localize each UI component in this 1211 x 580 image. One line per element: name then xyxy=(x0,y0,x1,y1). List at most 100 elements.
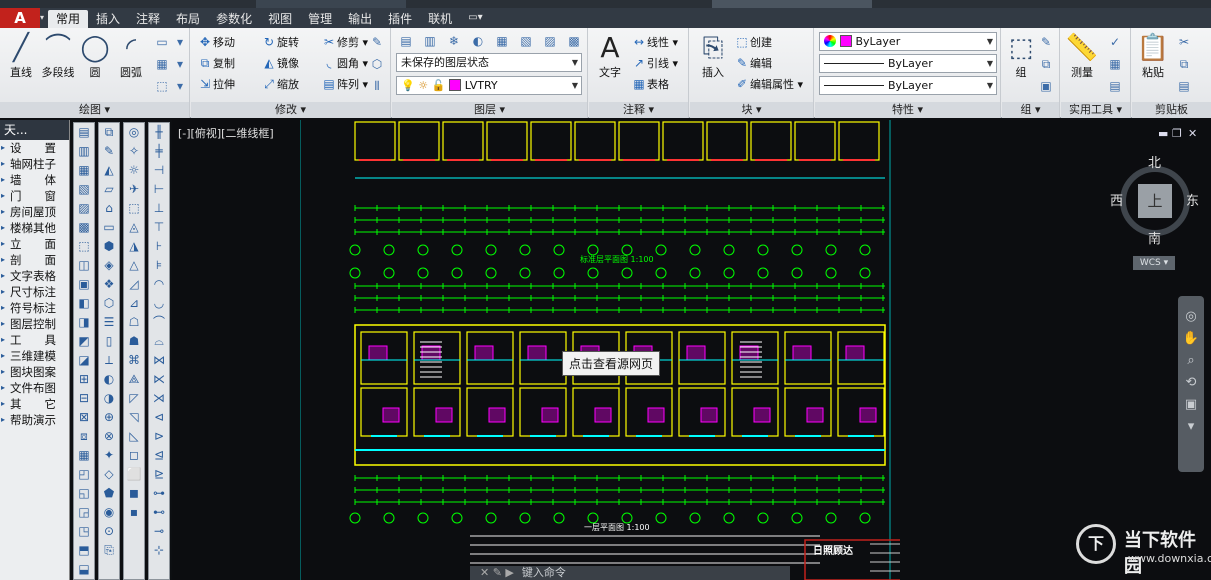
layer-off-icon[interactable]: ◐ xyxy=(468,31,488,51)
toolbar-1-button-icon[interactable]: ◫ xyxy=(74,256,94,275)
toolbar-2-button-icon[interactable]: ⊗ xyxy=(99,427,119,446)
toolbar-2-button-icon[interactable]: ✎ xyxy=(99,142,119,161)
showmotion-icon[interactable]: ▣ xyxy=(1178,394,1204,416)
zoom-icon[interactable]: ⌕ xyxy=(1178,350,1204,372)
leader-tool[interactable]: ↗ 引线 ▾ xyxy=(631,53,678,73)
compass-west[interactable]: 西 xyxy=(1110,190,1123,209)
toolbar-2-button-icon[interactable]: ⧉ xyxy=(99,123,119,142)
toolbar-3-button-icon[interactable]: ☼ xyxy=(124,161,144,180)
restore-viewport-icon[interactable]: ❐ xyxy=(1172,127,1182,140)
toolbar-3-button-icon[interactable]: ⊿ xyxy=(124,294,144,313)
create-block-tool[interactable]: ⬚ 创建 xyxy=(734,32,772,52)
toolbar-2-button-icon[interactable]: ⎘ xyxy=(99,541,119,560)
text-tool[interactable]: A 文字 xyxy=(591,32,629,80)
table-tool[interactable]: ▦ 表格 xyxy=(631,74,669,94)
toolbar-2-button-icon[interactable]: ▱ xyxy=(99,180,119,199)
toolbar-3-button-icon[interactable]: ⟁ xyxy=(124,370,144,389)
palette-item-rooms-roofs[interactable]: 房间屋顶 xyxy=(0,204,69,220)
toolbar-4-button-icon[interactable]: ⋉ xyxy=(149,370,169,389)
steering-wheel-icon[interactable]: ◎ xyxy=(1178,306,1204,328)
arc-tool[interactable]: ◜ 圆弧 xyxy=(112,32,150,80)
toolbar-3-button-icon[interactable]: ✈ xyxy=(124,180,144,199)
close-viewport-icon[interactable]: ✕ xyxy=(1188,127,1197,140)
toolbar-1-button-icon[interactable]: ▦ xyxy=(74,161,94,180)
toolbar-1-button-icon[interactable]: ▣ xyxy=(74,275,94,294)
toolbar-4-button-icon[interactable]: ⊴ xyxy=(149,446,169,465)
toolbar-3-button-icon[interactable]: ◻ xyxy=(124,446,144,465)
toolbar-4-button-icon[interactable]: ⊸ xyxy=(149,522,169,541)
toolbar-4-button-icon[interactable]: ⊲ xyxy=(149,408,169,427)
toolbar-4-button-icon[interactable]: ⊢ xyxy=(149,180,169,199)
toolbar-4-button-icon[interactable]: ⊥ xyxy=(149,199,169,218)
annotation-panel-footer[interactable]: 注释 ▾ xyxy=(589,102,688,118)
palette-item-walls[interactable]: 墙 体 xyxy=(0,172,69,188)
toolbar-3-button-icon[interactable]: ◼ xyxy=(124,484,144,503)
palette-item-elevation[interactable]: 立 面 xyxy=(0,236,69,252)
command-input[interactable]: 键入命令 xyxy=(522,566,566,579)
toolbar-2-button-icon[interactable]: ⟂ xyxy=(99,351,119,370)
circle-tool[interactable]: ◯ 圆 xyxy=(76,32,114,80)
toolbar-1-button-icon[interactable]: ◰ xyxy=(74,465,94,484)
palette-item-3d-modeling[interactable]: 三维建模 xyxy=(0,348,69,364)
group-select-icon[interactable]: ▣ xyxy=(1036,76,1056,96)
toolbar-1-button-icon[interactable]: ◲ xyxy=(74,503,94,522)
rectangle-icon[interactable]: ▭ xyxy=(152,32,172,52)
palette-item-axis-columns[interactable]: 轴网柱子 xyxy=(0,156,69,172)
palette-item-help[interactable]: 帮助演示 xyxy=(0,412,69,428)
toolbar-1-button-icon[interactable]: ⊟ xyxy=(74,389,94,408)
hatch-dropdown-icon[interactable]: ▾ xyxy=(170,54,190,74)
toolbar-1-button-icon[interactable]: ⬒ xyxy=(74,541,94,560)
explode-icon[interactable]: ⬡ xyxy=(367,54,387,74)
mirror-tool[interactable]: ◭ 镜像 xyxy=(261,53,299,73)
draw-panel-footer[interactable]: 绘图 ▾ xyxy=(0,102,189,118)
palette-item-other[interactable]: 其 它 xyxy=(0,396,69,412)
toolbar-1-button-icon[interactable]: ⬚ xyxy=(74,237,94,256)
wcs-menu[interactable]: WCS ▾ xyxy=(1133,256,1175,270)
toolbar-1-button-icon[interactable]: ▤ xyxy=(74,123,94,142)
linetype-combo[interactable]: ByLayer ▼ xyxy=(819,54,997,73)
toolbar-3-button-icon[interactable]: ⌘ xyxy=(124,351,144,370)
properties-panel-footer[interactable]: 特性 ▾ xyxy=(815,102,1000,118)
tab-manage[interactable]: 管理 xyxy=(300,10,340,28)
utilities-panel-footer[interactable]: 实用工具 ▾ xyxy=(1061,102,1130,118)
toolbar-4-button-icon[interactable]: ⊤ xyxy=(149,218,169,237)
tab-output[interactable]: 输出 xyxy=(340,10,380,28)
cut-icon[interactable]: ✂ xyxy=(1174,32,1194,52)
toolbar-2-button-icon[interactable]: ⊙ xyxy=(99,522,119,541)
boundary-dropdown-icon[interactable]: ▾ xyxy=(170,76,190,96)
toolbar-3-button-icon[interactable]: ◎ xyxy=(124,123,144,142)
toolbar-3-button-icon[interactable]: ◸ xyxy=(124,389,144,408)
insert-block-tool[interactable]: ⎘ 插入 xyxy=(694,32,732,80)
compass-south[interactable]: 南 xyxy=(1148,228,1161,247)
toolbar-3-button-icon[interactable]: ◬ xyxy=(124,218,144,237)
toolbar-3-button-icon[interactable]: △ xyxy=(124,256,144,275)
compass-north[interactable]: 北 xyxy=(1148,152,1161,171)
trim-tool[interactable]: ✂ 修剪 ▾ xyxy=(321,32,368,52)
toolbar-4-button-icon[interactable]: ⊳ xyxy=(149,427,169,446)
toolbar-1-button-icon[interactable]: ⊞ xyxy=(74,370,94,389)
toolbar-3-button-icon[interactable]: ◿ xyxy=(124,275,144,294)
toolbar-4-button-icon[interactable]: ⊧ xyxy=(149,256,169,275)
viewcube-top-face[interactable]: 上 xyxy=(1138,184,1172,218)
calculator-icon[interactable]: ▤ xyxy=(1105,76,1125,96)
palette-item-section[interactable]: 剖 面 xyxy=(0,252,69,268)
rotate-tool[interactable]: ↻ 旋转 xyxy=(261,32,299,52)
layer-lock-icon[interactable]: ▦ xyxy=(492,31,512,51)
toolbar-3-button-icon[interactable]: ☖ xyxy=(124,313,144,332)
toolbar-2-button-icon[interactable]: ✦ xyxy=(99,446,119,465)
palette-item-text-tables[interactable]: 文字表格 xyxy=(0,268,69,284)
tab-layout[interactable]: 布局 xyxy=(168,10,208,28)
scale-tool[interactable]: ⤢ 缩放 xyxy=(261,74,299,94)
palette-item-layer-control[interactable]: 图层控制 xyxy=(0,316,69,332)
toolbar-4-button-icon[interactable]: ⌒ xyxy=(149,313,169,332)
toolbar-4-button-icon[interactable]: ◡ xyxy=(149,294,169,313)
toolbar-2-button-icon[interactable]: ❖ xyxy=(99,275,119,294)
edit-block-tool[interactable]: ✎ 编辑 xyxy=(734,53,772,73)
toolbar-2-button-icon[interactable]: ◑ xyxy=(99,389,119,408)
toolbar-4-button-icon[interactable]: ⊣ xyxy=(149,161,169,180)
toolbar-2-button-icon[interactable]: ◇ xyxy=(99,465,119,484)
lineweight-combo[interactable]: ByLayer ▼ xyxy=(819,76,997,95)
palette-item-doors-windows[interactable]: 门 窗 xyxy=(0,188,69,204)
application-menu-button[interactable]: A xyxy=(0,8,40,28)
toolbar-4-button-icon[interactable]: ⌓ xyxy=(149,332,169,351)
